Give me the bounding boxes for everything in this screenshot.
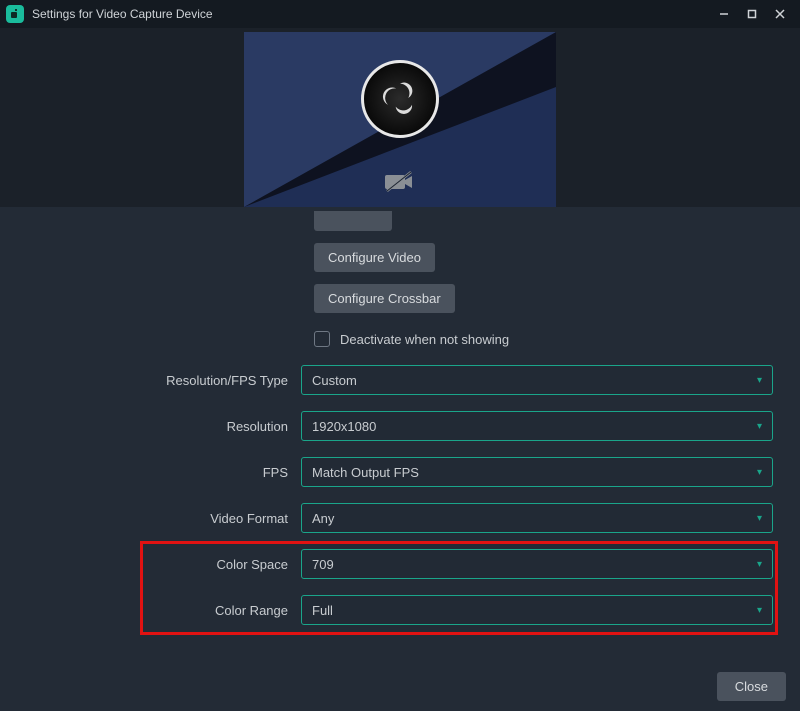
clipped-button[interactable] (314, 211, 392, 231)
video-format-select[interactable]: Any ▾ (301, 503, 773, 533)
fps-select[interactable]: Match Output FPS ▾ (301, 457, 773, 487)
streamlabs-icon (6, 5, 24, 23)
resolution-fps-type-select[interactable]: Custom ▾ (301, 365, 773, 395)
video-preview (244, 32, 556, 207)
configure-video-button[interactable]: Configure Video (314, 243, 435, 272)
video-format-label: Video Format (18, 511, 301, 526)
chevron-down-icon: ▾ (757, 513, 762, 524)
deactivate-checkbox[interactable] (314, 331, 330, 347)
video-format-value: Any (312, 511, 334, 526)
close-window-button[interactable] (766, 3, 794, 25)
resolution-fps-type-value: Custom (312, 373, 357, 388)
settings-form: Configure Video Configure Crossbar Deact… (0, 207, 800, 661)
close-button[interactable]: Close (717, 672, 786, 701)
titlebar: Settings for Video Capture Device (0, 0, 800, 28)
color-space-select[interactable]: 709 ▾ (301, 549, 773, 579)
chevron-down-icon: ▾ (757, 559, 762, 570)
dialog-footer: Close (0, 661, 800, 711)
fps-label: FPS (18, 465, 301, 480)
resolution-label: Resolution (18, 419, 301, 434)
preview-area (0, 28, 800, 207)
color-space-label: Color Space (18, 557, 301, 572)
minimize-button[interactable] (710, 3, 738, 25)
resolution-value: 1920x1080 (312, 419, 376, 434)
chevron-down-icon: ▾ (757, 605, 762, 616)
obs-logo-icon (361, 60, 439, 138)
fps-value: Match Output FPS (312, 465, 419, 480)
chevron-down-icon: ▾ (757, 467, 762, 478)
color-range-label: Color Range (18, 603, 301, 618)
resolution-input[interactable]: 1920x1080 ▾ (301, 411, 773, 441)
deactivate-label: Deactivate when not showing (340, 332, 509, 347)
color-range-select[interactable]: Full ▾ (301, 595, 773, 625)
window-title: Settings for Video Capture Device (32, 7, 213, 21)
resolution-fps-type-label: Resolution/FPS Type (18, 373, 301, 388)
color-space-value: 709 (312, 557, 334, 572)
chevron-down-icon: ▾ (757, 421, 762, 432)
color-range-value: Full (312, 603, 333, 618)
configure-crossbar-button[interactable]: Configure Crossbar (314, 284, 455, 313)
maximize-button[interactable] (738, 3, 766, 25)
camera-off-icon (385, 171, 415, 193)
chevron-down-icon: ▾ (757, 375, 762, 386)
